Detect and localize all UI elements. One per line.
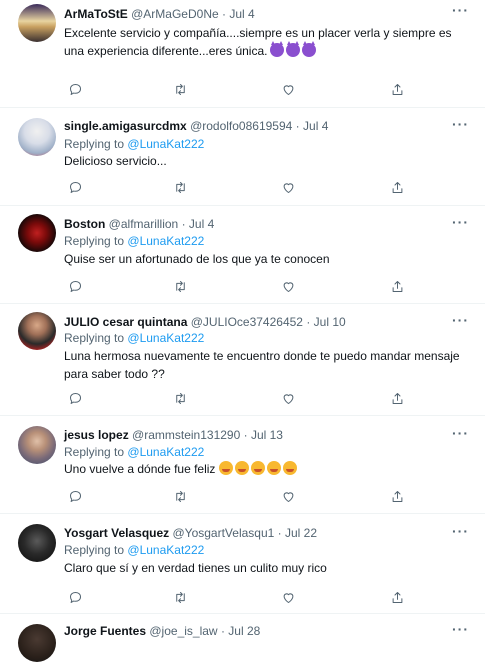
retweet-icon[interactable]: [171, 178, 189, 196]
mention-link[interactable]: @LunaKat222: [127, 234, 204, 248]
retweet-icon[interactable]: [171, 487, 189, 505]
user-name[interactable]: Jorge Fuentes: [64, 624, 146, 638]
tweet-actions: [64, 178, 424, 196]
reply-icon[interactable]: [66, 277, 84, 295]
tweet-text: Luna hermosa nuevamente te encuentro don…: [64, 349, 460, 381]
smiling-devil-icon: [270, 41, 285, 57]
avatar[interactable]: [18, 426, 56, 464]
more-options-icon[interactable]: ···: [452, 621, 469, 637]
share-icon[interactable]: [388, 277, 406, 295]
tweet-date[interactable]: Jul 4: [229, 7, 254, 21]
mention-link[interactable]: @LunaKat222: [127, 543, 204, 557]
tweet[interactable]: Boston @alfmarillion · Jul 4 ··· Replyin…: [0, 206, 485, 304]
smiling-devil-icon: [302, 41, 317, 57]
tweet-date[interactable]: Jul 4: [303, 119, 328, 133]
tweet-date[interactable]: Jul 28: [228, 624, 260, 638]
blushing-face-icon: [267, 461, 282, 475]
reply-icon[interactable]: [66, 487, 84, 505]
tweet-date[interactable]: Jul 22: [285, 526, 317, 540]
tweet-text: Delicioso servicio...: [64, 154, 167, 168]
blushing-face-icon: [251, 461, 266, 475]
more-options-icon[interactable]: ···: [452, 312, 469, 328]
tweet-text: Quise ser un afortunado de los que ya te…: [64, 252, 330, 266]
more-options-icon[interactable]: ···: [452, 425, 469, 441]
tweet[interactable]: Yosgart Velasquez @YosgartVelasqu1 · Jul…: [0, 514, 485, 614]
replying-to: Replying to @LunaKat222: [64, 331, 205, 345]
share-icon[interactable]: [388, 588, 406, 606]
emoji-group: [219, 461, 299, 476]
reply-icon[interactable]: [66, 389, 84, 407]
tweet-date[interactable]: Jul 4: [189, 217, 214, 231]
user-handle[interactable]: @ArMaGeD0Ne: [131, 7, 219, 21]
replying-to: Replying to @LunaKat222: [64, 137, 205, 151]
tweet-date[interactable]: Jul 10: [314, 315, 346, 329]
user-name[interactable]: Yosgart Velasquez: [64, 526, 169, 540]
like-icon[interactable]: [279, 487, 297, 505]
tweet-text: Claro que sí y en verdad tienes un culit…: [64, 561, 327, 575]
more-options-icon[interactable]: ···: [452, 523, 469, 539]
mention-link[interactable]: @LunaKat222: [127, 331, 204, 345]
reply-icon[interactable]: [66, 178, 84, 196]
replying-to: Replying to @LunaKat222: [64, 234, 205, 248]
user-handle[interactable]: @rodolfo08619594: [190, 119, 292, 133]
more-options-icon[interactable]: ···: [452, 2, 469, 18]
avatar[interactable]: [18, 312, 56, 350]
reply-icon[interactable]: [66, 80, 84, 98]
mention-link[interactable]: @LunaKat222: [127, 137, 204, 151]
mention-link[interactable]: @LunaKat222: [127, 445, 204, 459]
tweet-date[interactable]: Jul 13: [251, 428, 283, 442]
user-handle[interactable]: @YosgartVelasqu1: [173, 526, 275, 540]
replying-to: Replying to @LunaKat222: [64, 543, 205, 557]
user-name[interactable]: Boston: [64, 217, 105, 231]
retweet-icon[interactable]: [171, 80, 189, 98]
tweet-actions: [64, 80, 424, 98]
avatar[interactable]: [18, 118, 56, 156]
tweet-actions: [64, 389, 424, 407]
avatar[interactable]: [18, 524, 56, 562]
like-icon[interactable]: [279, 389, 297, 407]
tweet-text: Uno vuelve a dónde fue feliz: [64, 460, 464, 478]
emoji-group: [267, 41, 318, 58]
reply-icon[interactable]: [66, 588, 84, 606]
blushing-face-icon: [283, 461, 298, 475]
share-icon[interactable]: [388, 389, 406, 407]
share-icon[interactable]: [388, 487, 406, 505]
tweet-actions: [64, 588, 424, 606]
like-icon[interactable]: [279, 277, 297, 295]
user-handle[interactable]: @rammstein131290: [132, 428, 240, 442]
retweet-icon[interactable]: [171, 389, 189, 407]
avatar[interactable]: [18, 214, 56, 252]
like-icon[interactable]: [279, 588, 297, 606]
tweet[interactable]: Jorge Fuentes @joe_is_law · Jul 28 ···: [0, 614, 485, 662]
replying-to: Replying to @LunaKat222: [64, 445, 205, 459]
blushing-face-icon: [235, 461, 250, 475]
tweet-actions: [64, 277, 424, 295]
tweet[interactable]: JULIO cesar quintana @JULIOce37426452 · …: [0, 304, 485, 416]
like-icon[interactable]: [279, 80, 297, 98]
avatar[interactable]: [18, 4, 56, 42]
tweet[interactable]: single.amigasurcdmx @rodolfo08619594 · J…: [0, 108, 485, 206]
blushing-face-icon: [219, 461, 234, 475]
user-name[interactable]: JULIO cesar quintana: [64, 315, 187, 329]
user-name[interactable]: jesus lopez: [64, 428, 129, 442]
retweet-icon[interactable]: [171, 277, 189, 295]
tweet-actions: [64, 487, 424, 505]
tweet-text: Excelente servicio y compañía....siempre…: [64, 26, 452, 58]
share-icon[interactable]: [388, 80, 406, 98]
avatar[interactable]: [18, 624, 56, 662]
retweet-icon[interactable]: [171, 588, 189, 606]
like-icon[interactable]: [279, 178, 297, 196]
share-icon[interactable]: [388, 178, 406, 196]
more-options-icon[interactable]: ···: [452, 214, 469, 230]
user-handle[interactable]: @alfmarillion: [109, 217, 179, 231]
tweet[interactable]: jesus lopez @rammstein131290 · Jul 13 ··…: [0, 416, 485, 514]
more-options-icon[interactable]: ···: [452, 116, 469, 132]
user-handle[interactable]: @JULIOce37426452: [191, 315, 303, 329]
user-name[interactable]: single.amigasurcdmx: [64, 119, 187, 133]
user-handle[interactable]: @joe_is_law: [149, 624, 217, 638]
user-name[interactable]: ArMaToStE: [64, 7, 128, 21]
smiling-devil-icon: [286, 41, 301, 57]
tweet[interactable]: ArMaToStE @ArMaGeD0Ne · Jul 4 ··· Excele…: [0, 0, 485, 108]
